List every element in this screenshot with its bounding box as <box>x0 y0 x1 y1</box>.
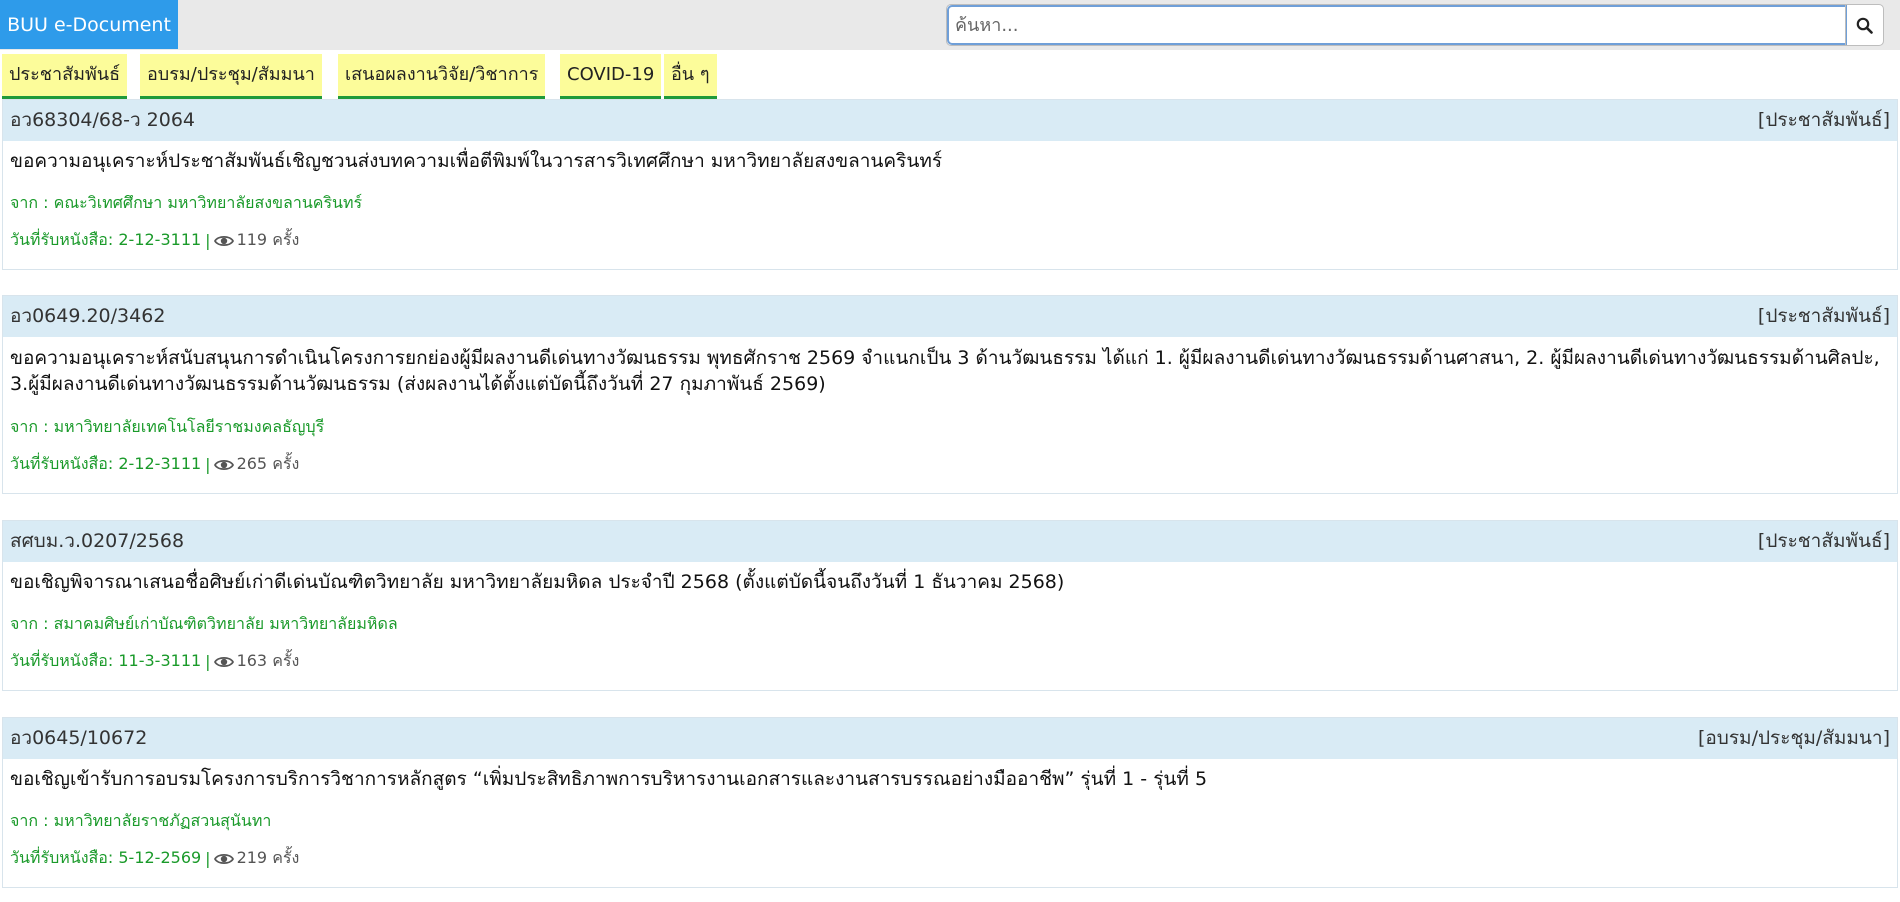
meta-separator: | <box>205 849 211 868</box>
tab-public-relations[interactable]: ประชาสัมพันธ์ <box>2 54 128 99</box>
document-category: [อบรม/ประชุม/สัมมนา] <box>1697 727 1890 749</box>
received-date: วันที่รับหนังสือ: 2-12-3111 <box>10 230 202 249</box>
document-header: สศบม.ว.0207/2568 [ประชาสัมพันธ์] <box>3 521 1897 562</box>
document-meta: วันที่รับหนังสือ: 5-12-2569 | 219 ครั้ง <box>10 846 299 871</box>
document-sender: จาก : คณะวิเทศศึกษา มหาวิทยาลัยสงขลานคริ… <box>10 193 363 212</box>
view-count: 219 ครั้ง <box>236 848 300 867</box>
document-header: อว0645/10672 [อบรม/ประชุม/สัมมนา] <box>3 718 1897 759</box>
brand-link[interactable]: BUU e-Document <box>0 0 178 49</box>
search-box <box>946 4 1884 46</box>
search-icon <box>1856 17 1873 34</box>
top-navbar: BUU e-Document <box>0 0 1900 50</box>
document-card: สศบม.ว.0207/2568 [ประชาสัมพันธ์] ขอเชิญพ… <box>2 520 1898 691</box>
search-input[interactable] <box>947 5 1847 45</box>
document-category: [ประชาสัมพันธ์] <box>1757 305 1890 327</box>
eye-icon <box>213 459 234 470</box>
document-card: อว68304/68-ว 2064 [ประชาสัมพันธ์] ขอความ… <box>2 99 1898 270</box>
document-title-link[interactable]: ขอเชิญเข้ารับการอบรมโครงการบริการวิชาการ… <box>10 766 1888 792</box>
tab-covid-19[interactable]: COVID-19 <box>560 54 662 99</box>
document-header: อว0649.20/3462 [ประชาสัมพันธ์] <box>3 296 1897 337</box>
tab-research-presentation[interactable]: เสนอผลงานวิจัย/วิชาการ <box>338 54 546 99</box>
eye-icon <box>213 853 234 864</box>
document-meta: วันที่รับหนังสือ: 2-12-3111 | 265 ครั้ง <box>10 452 299 477</box>
document-sender: จาก : สมาคมศิษย์เก่าบัณฑิตวิทยาลัย มหาวิ… <box>10 614 398 633</box>
view-count: 163 ครั้ง <box>236 651 300 670</box>
document-number: อว0645/10672 <box>10 727 148 749</box>
document-number: อว0649.20/3462 <box>10 305 166 327</box>
meta-separator: | <box>205 231 211 250</box>
tab-training-meeting-seminar[interactable]: อบรม/ประชุม/สัมมนา <box>140 54 322 99</box>
document-title-link[interactable]: ขอเชิญพิจารณาเสนอชื่อศิษย์เก่าดีเด่นบัณฑ… <box>10 569 1888 595</box>
view-count: 119 ครั้ง <box>236 230 300 249</box>
tab-others[interactable]: อื่น ๆ <box>664 54 717 99</box>
document-meta: วันที่รับหนังสือ: 2-12-3111 | 119 ครั้ง <box>10 228 299 253</box>
meta-separator: | <box>205 652 211 671</box>
document-card: อว0645/10672 [อบรม/ประชุม/สัมมนา] ขอเชิญ… <box>2 717 1898 888</box>
received-date: วันที่รับหนังสือ: 5-12-2569 <box>10 848 202 867</box>
document-title-link[interactable]: ขอความอนุเคราะห์ประชาสัมพันธ์เชิญชวนส่งบ… <box>10 148 1888 174</box>
document-header: อว68304/68-ว 2064 [ประชาสัมพันธ์] <box>3 100 1897 141</box>
eye-icon <box>213 235 234 246</box>
document-sender: จาก : มหาวิทยาลัยเทคโนโลยีราชมงคลธัญบุรี <box>10 417 325 436</box>
received-date: วันที่รับหนังสือ: 2-12-3111 <box>10 454 202 473</box>
document-sender: จาก : มหาวิทยาลัยราชภัฏสวนสุนันทา <box>10 811 272 830</box>
document-number: สศบม.ว.0207/2568 <box>10 530 185 552</box>
search-button[interactable] <box>1845 5 1883 45</box>
meta-separator: | <box>205 455 211 474</box>
document-title-link[interactable]: ขอความอนุเคราะห์สนับสนุนการดำเนินโครงการ… <box>10 345 1888 397</box>
view-count: 265 ครั้ง <box>236 454 300 473</box>
document-card: อว0649.20/3462 [ประชาสัมพันธ์] ขอความอนุ… <box>2 295 1898 494</box>
document-meta: วันที่รับหนังสือ: 11-3-3111 | 163 ครั้ง <box>10 649 299 674</box>
received-date: วันที่รับหนังสือ: 11-3-3111 <box>10 651 202 670</box>
document-category: [ประชาสัมพันธ์] <box>1757 530 1890 552</box>
document-number: อว68304/68-ว 2064 <box>10 109 196 131</box>
document-category: [ประชาสัมพันธ์] <box>1757 109 1890 131</box>
eye-icon <box>213 656 234 667</box>
